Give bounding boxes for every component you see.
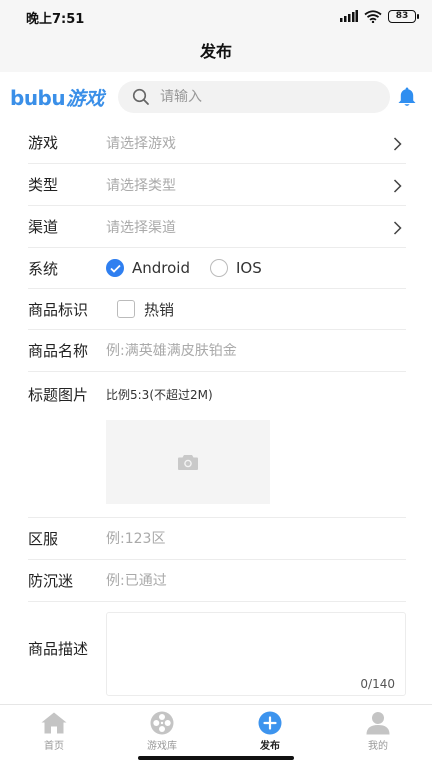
search-box[interactable] <box>118 81 390 113</box>
type-select[interactable]: 请选择类型 <box>106 175 406 195</box>
tab-publish-label: 发布 <box>260 741 280 752</box>
page-title: 发布 <box>199 42 232 61</box>
type-row[interactable]: 类型 请选择类型 <box>28 164 406 206</box>
title-bar: 发布 <box>0 32 432 72</box>
channel-select[interactable]: 请选择渠道 <box>106 217 406 237</box>
publish-form: 游戏 请选择游戏 类型 请选择类型 渠道 请选择渠道 系统 Android IO… <box>28 122 406 698</box>
tab-game-library-label: 游戏库 <box>147 741 177 752</box>
status-time: 晚上7:51 <box>26 12 85 27</box>
system-option-ios[interactable]: IOS <box>210 259 262 277</box>
status-icons: 83 <box>340 9 419 23</box>
radio-unchecked-icon[interactable] <box>210 259 228 277</box>
image-row: 标题图片 比例5:3(不超过2M) <box>28 372 406 518</box>
home-icon <box>41 712 67 734</box>
channel-label: 渠道 <box>28 218 59 236</box>
description-label: 商品描述 <box>28 640 89 658</box>
description-counter: 0/140 <box>360 677 395 691</box>
tag-row: 商品标识 热销 <box>28 289 406 330</box>
status-bar: 晚上7:51 83 <box>0 0 432 32</box>
type-label: 类型 <box>28 176 59 194</box>
anti-addiction-label: 防沉迷 <box>28 572 74 590</box>
checkbox-icon[interactable] <box>117 300 135 318</box>
tab-mine[interactable]: 我的 <box>324 705 432 768</box>
description-box[interactable]: 0/140 <box>106 612 406 696</box>
system-option-android-label[interactable]: Android <box>132 259 190 277</box>
search-icon <box>132 88 149 105</box>
hot-sale-label[interactable]: 热销 <box>144 299 174 320</box>
brand-logo-cn: 游戏 <box>66 88 105 110</box>
hot-sale-checkbox[interactable]: 热销 <box>106 299 174 320</box>
bell-icon[interactable] <box>395 85 419 109</box>
description-row: 商品描述 0/140 <box>28 602 406 698</box>
brand-logo-latin: bubu <box>10 86 66 110</box>
server-label: 区服 <box>28 530 59 548</box>
system-option-android[interactable]: Android <box>106 259 190 277</box>
name-row: 商品名称 <box>28 330 406 372</box>
anti-addiction-input[interactable] <box>106 572 406 589</box>
game-row[interactable]: 游戏 请选择游戏 <box>28 122 406 164</box>
home-indicator <box>138 756 294 760</box>
battery-icon: 83 <box>388 9 419 23</box>
system-label: 系统 <box>28 259 59 278</box>
chevron-right-icon <box>393 179 402 193</box>
brand-logo: bubu 游戏 <box>10 84 105 110</box>
name-label: 商品名称 <box>28 342 89 360</box>
game-label: 游戏 <box>28 134 59 152</box>
tab-mine-label: 我的 <box>368 741 388 752</box>
tag-label: 商品标识 <box>28 300 89 319</box>
tab-home[interactable]: 首页 <box>0 705 108 768</box>
system-option-ios-label[interactable]: IOS <box>236 259 262 277</box>
film-reel-icon <box>150 711 174 735</box>
image-upload-button[interactable] <box>106 420 270 504</box>
server-input[interactable] <box>106 530 406 547</box>
description-textarea[interactable] <box>107 613 405 673</box>
tab-home-label: 首页 <box>44 741 64 752</box>
wifi-icon <box>364 9 382 23</box>
chevron-right-icon <box>393 221 402 235</box>
name-input[interactable] <box>106 342 406 359</box>
anti-addiction-row: 防沉迷 <box>28 560 406 602</box>
radio-checked-icon[interactable] <box>106 259 124 277</box>
server-row: 区服 <box>28 518 406 560</box>
camera-icon <box>178 455 198 470</box>
game-select[interactable]: 请选择游戏 <box>106 133 406 153</box>
chevron-right-icon <box>393 137 402 151</box>
image-label: 标题图片 <box>28 386 89 404</box>
channel-row[interactable]: 渠道 请选择渠道 <box>28 206 406 248</box>
image-hint: 比例5:3(不超过2M) <box>106 388 213 402</box>
signal-icon <box>340 10 358 22</box>
system-row: 系统 Android IOS <box>28 248 406 289</box>
search-input[interactable] <box>160 89 360 105</box>
user-icon <box>366 712 390 735</box>
search-row: bubu 游戏 <box>0 72 432 122</box>
plus-icon <box>258 711 282 735</box>
